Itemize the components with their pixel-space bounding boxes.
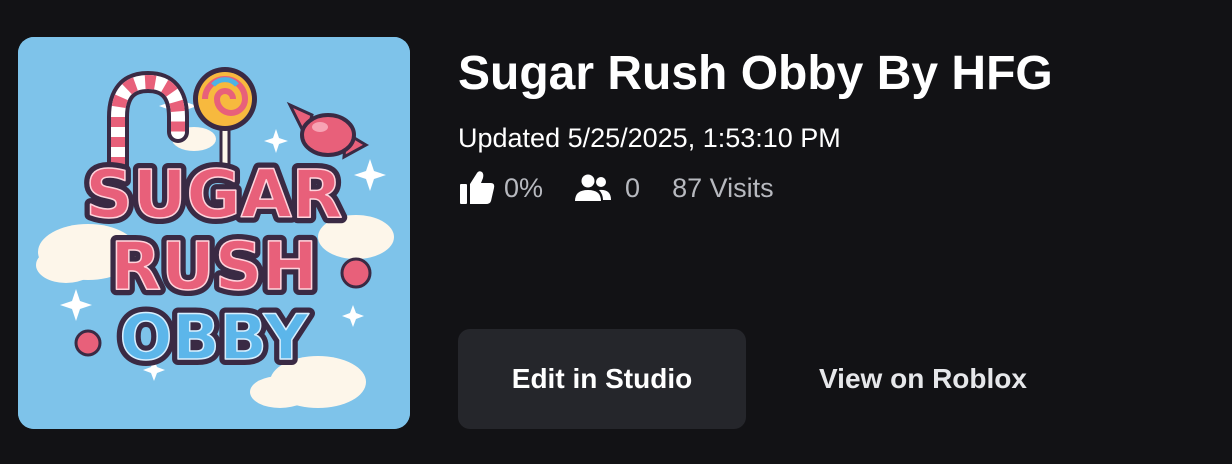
game-stats: 0% 0 87 Visits bbox=[458, 170, 1212, 206]
active-players-stat: 0 bbox=[573, 170, 640, 206]
thumbnail-artwork: SUGAR SUGAR RUSH RUSH OBBY OBBY bbox=[18, 37, 410, 429]
view-on-roblox-button[interactable]: View on Roblox bbox=[782, 329, 1064, 429]
active-players-value: 0 bbox=[625, 173, 641, 203]
like-ratio-stat: 0% bbox=[458, 170, 543, 206]
visits-value: 87 Visits bbox=[672, 173, 774, 203]
game-card: SUGAR SUGAR RUSH RUSH OBBY OBBY Sugar Ru… bbox=[0, 0, 1232, 464]
updated-timestamp: Updated 5/25/2025, 1:53:10 PM bbox=[458, 123, 841, 153]
edit-in-studio-button[interactable]: Edit in Studio bbox=[458, 329, 746, 429]
game-info: Sugar Rush Obby By HFG Updated 5/25/2025… bbox=[458, 40, 1212, 206]
game-thumbnail[interactable]: SUGAR SUGAR RUSH RUSH OBBY OBBY bbox=[18, 37, 410, 429]
gumdrop bbox=[74, 329, 102, 357]
game-title: Sugar Rush Obby By HFG bbox=[458, 47, 1053, 100]
users-icon bbox=[575, 174, 612, 201]
logo-line-obby: OBBY bbox=[120, 301, 310, 374]
thumbs-up-icon bbox=[460, 171, 495, 204]
like-ratio-value: 0% bbox=[504, 173, 544, 203]
visits-stat: 87 Visits bbox=[672, 170, 774, 206]
logo-line-sugar: SUGAR bbox=[85, 156, 342, 233]
thumbnail-logo: SUGAR SUGAR RUSH RUSH OBBY OBBY bbox=[79, 150, 348, 380]
logo-line-rush: RUSH bbox=[110, 228, 317, 305]
gumdrop bbox=[340, 257, 372, 289]
